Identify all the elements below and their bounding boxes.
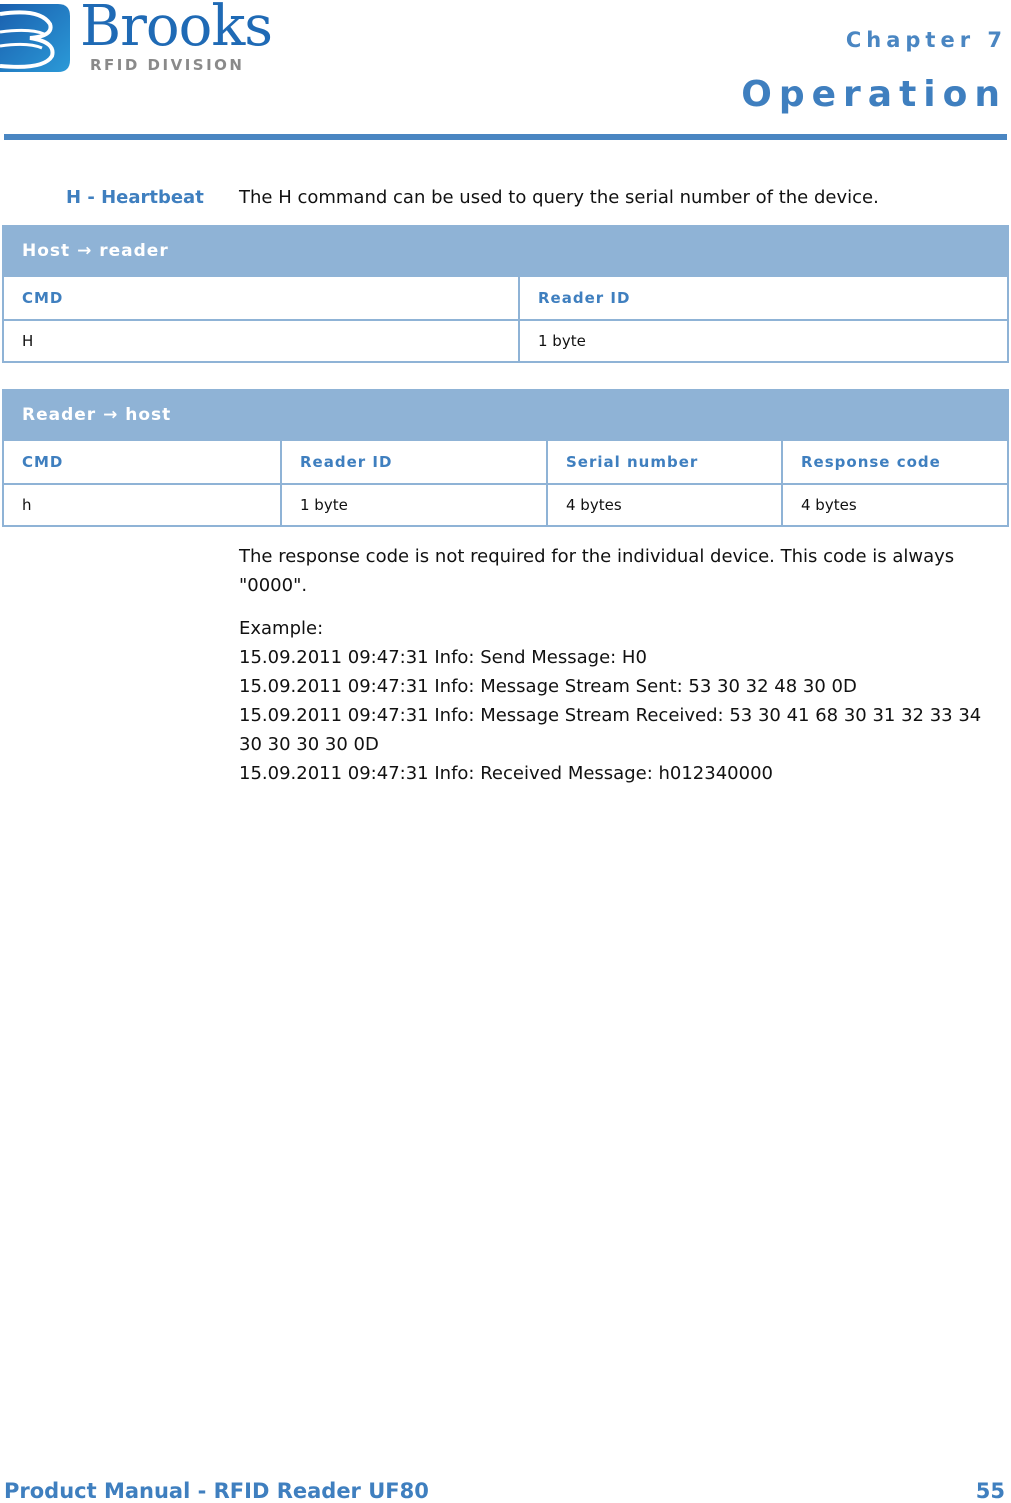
- table-header-row: CMD Reader ID: [2, 275, 1009, 321]
- command-description: The H command can be used to query the s…: [239, 187, 879, 208]
- response-code-note: The response code is not required for th…: [239, 546, 955, 596]
- cell-reader-id: 1 byte: [518, 319, 1009, 363]
- column-header-reader-id: Reader ID: [518, 275, 1009, 321]
- column-header-reader-id: Reader ID: [280, 439, 548, 485]
- header-divider: [4, 134, 1007, 140]
- cell-cmd: h: [2, 483, 282, 527]
- table-caption: Host → reader: [2, 225, 1009, 277]
- host-to-reader-table: Host → reader CMD Reader ID H 1 byte: [2, 225, 1009, 363]
- cell-reader-id: 1 byte: [280, 483, 548, 527]
- reader-to-host-table: Reader → host CMD Reader ID Serial numbe…: [2, 389, 1009, 527]
- column-header-cmd: CMD: [2, 439, 282, 485]
- logo-wordmark: Brooks: [80, 0, 273, 59]
- cell-response-code: 4 bytes: [781, 483, 1009, 527]
- log-line: 15.09.2011 09:47:31 Info: Message Stream…: [239, 676, 857, 697]
- table-header-row: CMD Reader ID Serial number Response cod…: [2, 439, 1009, 485]
- chapter-label: Chapter 7: [845, 28, 1007, 52]
- example-label: Example:: [239, 618, 324, 639]
- page-number: 55: [975, 1479, 1005, 1503]
- column-header-serial-number: Serial number: [546, 439, 783, 485]
- cell-serial-number: 4 bytes: [546, 483, 783, 527]
- cell-cmd: H: [2, 319, 520, 363]
- logo-subtitle: RFID DIVISION: [90, 56, 245, 74]
- brooks-logo: Brooks RFID DIVISION: [0, 0, 310, 78]
- brooks-b-logo-icon: [0, 4, 70, 72]
- table-caption: Reader → host: [2, 389, 1009, 441]
- table-row: h 1 byte 4 bytes 4 bytes: [2, 483, 1009, 527]
- log-line: 15.09.2011 09:47:31 Info: Received Messa…: [239, 763, 773, 784]
- section-title: Operation: [741, 74, 1007, 115]
- footer-title: Product Manual - RFID Reader UF80: [4, 1479, 429, 1503]
- column-header-response-code: Response code: [781, 439, 1009, 485]
- log-line: 15.09.2011 09:47:31 Info: Message Stream…: [239, 705, 982, 755]
- table-row: H 1 byte: [2, 319, 1009, 363]
- column-header-cmd: CMD: [2, 275, 520, 321]
- example-block: Example: 15.09.2011 09:47:31 Info: Send …: [239, 614, 1009, 788]
- log-line: 15.09.2011 09:47:31 Info: Send Message: …: [239, 647, 647, 668]
- command-label: H - Heartbeat: [66, 187, 204, 208]
